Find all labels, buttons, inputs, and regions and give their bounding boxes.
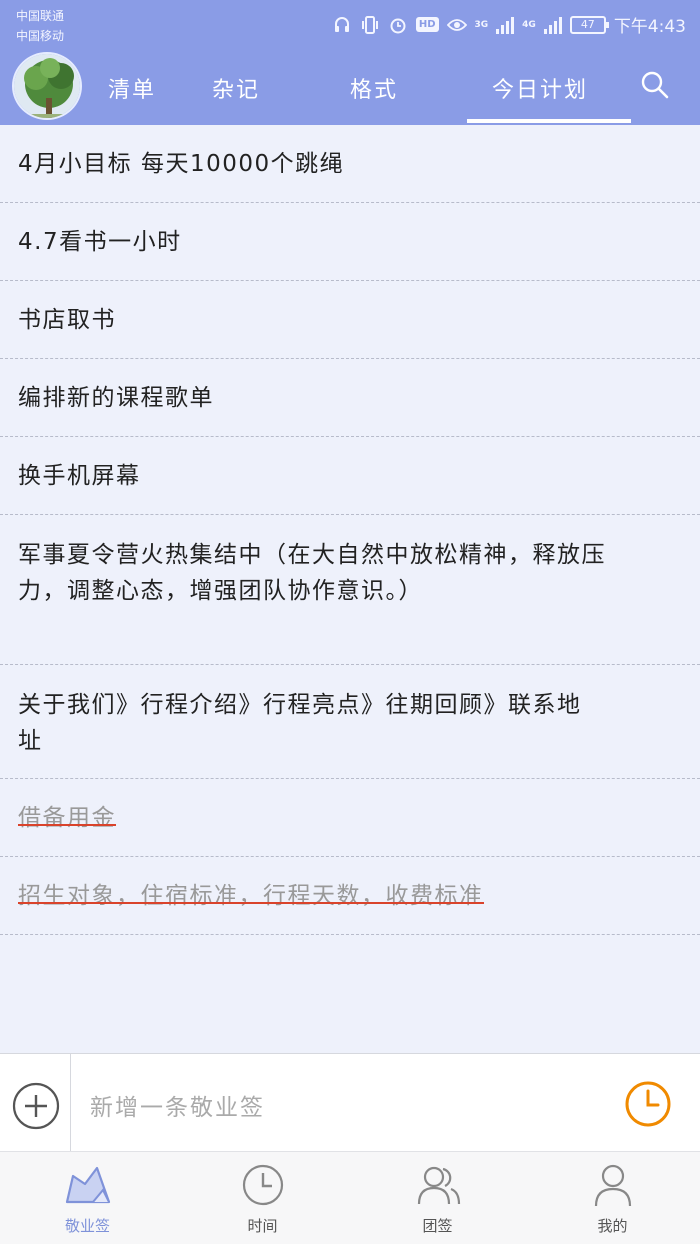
item-text: 招生对象，住宿标准，行程天数，收费标准 [18, 883, 484, 909]
list-item[interactable]: 4.7看书一小时 [0, 203, 700, 281]
vibrate-icon [360, 15, 380, 35]
note-list: 4月小目标 每天10000个跳绳 4.7看书一小时 书店取书 编排新的课程歌单 … [0, 125, 700, 935]
nav-label: 敬业签 [64, 1217, 110, 1235]
carrier-1: 中国联通 [16, 9, 65, 23]
item-text: 编排新的课程歌单 [18, 385, 214, 411]
nav-team[interactable]: 团签 [350, 1152, 525, 1244]
nav-label: 时间 [247, 1217, 278, 1235]
person-icon [588, 1162, 638, 1208]
list-item[interactable]: 换手机屏幕 [0, 437, 700, 515]
network-type-1: 3G [474, 19, 489, 30]
item-text: 关于我们》行程介绍》行程亮点》往期回顾》联系地址 [18, 692, 582, 754]
list-item-completed[interactable]: 借备用金 [0, 779, 700, 857]
list-item-completed[interactable]: 招生对象，住宿标准，行程天数，收费标准 [0, 857, 700, 935]
nav-jingyeqian[interactable]: 敬业签 [0, 1152, 175, 1244]
tab-notes[interactable]: 杂记 [212, 72, 260, 104]
new-item-bar: 新增一条敬业签 [0, 1053, 700, 1152]
alarm-icon [388, 15, 408, 35]
item-text: 换手机屏幕 [18, 463, 141, 489]
item-text: 军事夏令营火热集结中（在大自然中放松精神，释放压力，调整心态，增强团队协作意识。… [18, 542, 606, 604]
reminder-clock-icon[interactable] [624, 1080, 672, 1128]
nav-time[interactable]: 时间 [175, 1152, 350, 1244]
list-item[interactable]: 4月小目标 每天10000个跳绳 [0, 125, 700, 203]
add-circle-icon[interactable] [12, 1082, 60, 1130]
item-text: 书店取书 [18, 307, 116, 333]
nav-label: 我的 [597, 1217, 628, 1235]
divider [70, 1054, 71, 1152]
signal-icon-2 [543, 16, 562, 34]
status-bar: 中国联通 中国移动 HD 3G 4G 47 下午4:43 [0, 0, 700, 48]
item-text: 4月小目标 每天10000个跳绳 [18, 151, 345, 177]
signal-icon-1 [496, 16, 515, 34]
list-item[interactable]: 书店取书 [0, 281, 700, 359]
strikethrough-line [18, 902, 484, 904]
eye-icon [446, 15, 467, 35]
carrier-2: 中国移动 [16, 29, 65, 43]
clock-icon [238, 1162, 288, 1208]
network-type-2: 4G [522, 19, 536, 30]
status-time: 下午4:43 [613, 17, 686, 37]
item-text: 4.7看书一小时 [18, 229, 182, 255]
status-icons: HD 3G 4G 47 下午4:43 [332, 12, 686, 37]
team-icon [413, 1162, 463, 1208]
headphone-icon [332, 15, 352, 35]
cloud-note-icon [63, 1162, 113, 1208]
item-text: 借备用金 [18, 805, 116, 831]
tab-format[interactable]: 格式 [350, 72, 398, 104]
list-item[interactable]: 军事夏令营火热集结中（在大自然中放松精神，释放压力，调整心态，增强团队协作意识。… [0, 515, 700, 665]
tab-bar: 清单 杂记 格式 今日计划 [0, 60, 700, 125]
list-item[interactable]: 关于我们》行程介绍》行程亮点》往期回顾》联系地址 [0, 665, 700, 779]
search-icon[interactable] [640, 70, 670, 100]
nav-label: 团签 [422, 1217, 453, 1235]
strikethrough-line [18, 824, 116, 826]
new-note-input[interactable]: 新增一条敬业签 [90, 1088, 265, 1122]
battery-icon: 47 [569, 15, 609, 34]
app-header: 中国联通 中国移动 HD 3G 4G 47 下午4:43 清单 杂记 格式 今日… [0, 0, 700, 125]
nav-mine[interactable]: 我的 [525, 1152, 700, 1244]
tab-list[interactable]: 清单 [108, 72, 156, 104]
hd-icon: HD [415, 17, 439, 32]
active-tab-indicator [467, 119, 631, 123]
bottom-nav: 敬业签 时间 团签 我的 [0, 1151, 700, 1244]
tab-today-plan[interactable]: 今日计划 [492, 72, 588, 104]
list-item[interactable]: 编排新的课程歌单 [0, 359, 700, 437]
